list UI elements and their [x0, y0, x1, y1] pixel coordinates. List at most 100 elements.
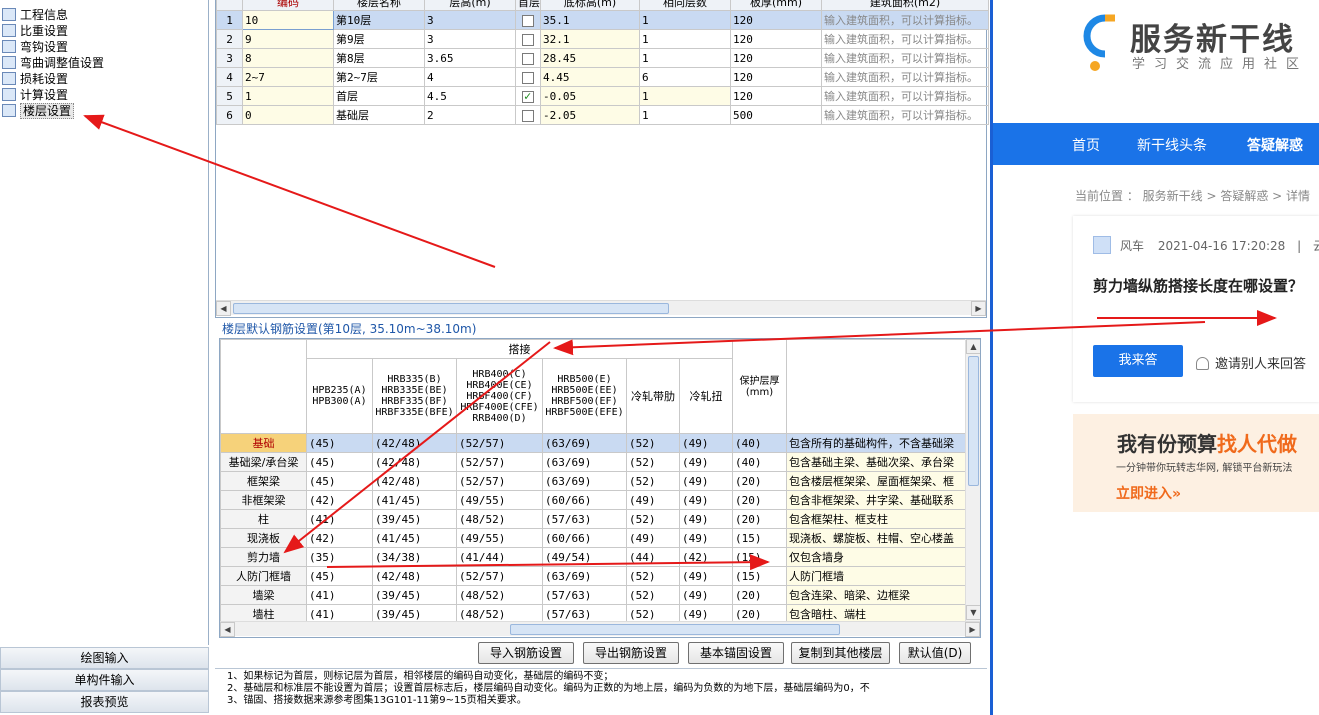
rebar-value-cell[interactable]: (42/48)	[372, 471, 457, 491]
tree-item-weight[interactable]: 比重设置	[2, 23, 68, 39]
col-code[interactable]: 编码	[242, 0, 334, 11]
export-rebar-button[interactable]: 导出钢筋设置	[583, 642, 679, 664]
rebar-value-cell[interactable]: (52/57)	[456, 452, 543, 472]
nav-qa[interactable]: 答疑解惑	[1247, 135, 1303, 155]
first-floor-checkbox-checked[interactable]	[522, 89, 534, 103]
rebar-value-cell[interactable]: (15)	[732, 528, 787, 548]
col-first[interactable]: 首层	[515, 0, 541, 11]
rebar-row[interactable]: 基础梁/承台梁 (45) (42/48) (52/57) (63/69) (52) (49)…	[220, 452, 967, 472]
rebar-value-cell[interactable]: (45)	[306, 433, 373, 453]
floor-code-cell[interactable]: 10	[242, 10, 334, 30]
rebar-value-cell[interactable]: (42)	[679, 547, 733, 567]
import-rebar-button[interactable]: 导入钢筋设置	[478, 642, 574, 664]
rebar-value-cell[interactable]: (41)	[306, 585, 373, 605]
rebar-value-cell[interactable]: (49)	[679, 509, 733, 529]
nav-drawing-input[interactable]: 绘图输入	[0, 647, 209, 669]
rebar-value-cell[interactable]: (15)	[732, 566, 787, 586]
rebar-value-cell[interactable]: (34/38)	[372, 547, 457, 567]
rebar-value-cell[interactable]: (52/57)	[456, 433, 543, 453]
rebar-value-cell[interactable]: (63/69)	[542, 433, 627, 453]
rebar-value-cell[interactable]: (52)	[626, 509, 680, 529]
tree-item-project-info[interactable]: 工程信息	[2, 7, 68, 23]
rebar-row[interactable]: 剪力墙 (35) (34/38) (41/44) (49/54) (44) (42) (15)…	[220, 547, 967, 567]
rebar-value-cell[interactable]: (49)	[679, 490, 733, 510]
rebar-value-cell[interactable]: (49)	[679, 433, 733, 453]
rebar-value-cell[interactable]: (49)	[679, 528, 733, 548]
scroll-right-icon[interactable]: ▶	[971, 301, 986, 316]
rebar-row[interactable]: 墙梁 (41) (39/45) (48/52) (57/63) (52) (49) (20) 包…	[220, 585, 967, 605]
rebar-row[interactable]: 人防门框墙 (45) (42/48) (52/57) (63/69) (52) (49) (1…	[220, 566, 967, 586]
rebar-value-cell[interactable]: (49/54)	[542, 547, 627, 567]
rebar-row[interactable]: 柱 (41) (39/45) (48/52) (57/63) (52) (49) (20) 包含…	[220, 509, 967, 529]
rebar-value-cell[interactable]: (63/69)	[542, 566, 627, 586]
rebar-value-cell[interactable]: (49)	[626, 490, 680, 510]
rebar-grid-vscroll[interactable]: ▲ ▼	[965, 339, 980, 621]
floor-grid-hscroll[interactable]: ◀ ▶	[216, 300, 986, 316]
rebar-value-cell[interactable]: (63/69)	[542, 471, 627, 491]
first-floor-checkbox[interactable]	[522, 14, 534, 27]
tree-item-bend-adjust[interactable]: 弯曲调整值设置	[2, 55, 104, 71]
invite-button[interactable]: 邀请别人来回答	[1196, 353, 1306, 372]
scroll-right-icon[interactable]: ▶	[965, 622, 980, 637]
scroll-left-icon[interactable]: ◀	[220, 622, 235, 637]
nav-single-input[interactable]: 单构件输入	[0, 669, 209, 691]
rebar-value-cell[interactable]: (35)	[306, 547, 373, 567]
rebar-value-cell[interactable]: (63/69)	[542, 452, 627, 472]
rebar-value-cell[interactable]: (52)	[626, 433, 680, 453]
scroll-down-icon[interactable]: ▼	[966, 605, 980, 620]
rebar-value-cell[interactable]: (41/45)	[372, 528, 457, 548]
rebar-value-cell[interactable]: (20)	[732, 490, 787, 510]
rebar-value-cell[interactable]: (57/63)	[542, 509, 627, 529]
rebar-value-cell[interactable]: (15)	[732, 547, 787, 567]
col-area[interactable]: 建筑面积(m2)	[821, 0, 989, 11]
col-base[interactable]: 底标高(m)	[540, 0, 640, 11]
floor-row[interactable]: 6 0 基础层 2 -2.05 1 500 输入建筑面积，可以计算指标。	[216, 105, 989, 125]
rebar-value-cell[interactable]: (20)	[732, 471, 787, 491]
rebar-value-cell[interactable]: (41)	[306, 509, 373, 529]
rebar-value-cell[interactable]: (42/48)	[372, 566, 457, 586]
first-floor-checkbox[interactable]	[522, 109, 534, 122]
rebar-value-cell[interactable]: (45)	[306, 452, 373, 472]
rebar-value-cell[interactable]: (49)	[626, 528, 680, 548]
col-name[interactable]: 楼层名称	[333, 0, 425, 11]
rebar-value-cell[interactable]: (60/66)	[542, 490, 627, 510]
rebar-value-cell[interactable]: (41/45)	[372, 490, 457, 510]
col-same[interactable]: 相同层数	[639, 0, 731, 11]
rebar-value-cell[interactable]: (49/55)	[456, 490, 543, 510]
rebar-value-cell[interactable]: (52)	[626, 585, 680, 605]
floor-row[interactable]: 1 10 第10层 3 35.1 1 120 输入建筑面积，可以计算指标。	[216, 10, 989, 30]
tree-item-floor[interactable]: 楼层设置	[2, 103, 75, 119]
default-value-button[interactable]: 默认值(D)	[899, 642, 971, 664]
rebar-value-cell[interactable]: (57/63)	[542, 585, 627, 605]
rebar-value-cell[interactable]: (49/55)	[456, 528, 543, 548]
rebar-value-cell[interactable]: (40)	[732, 433, 787, 453]
rebar-value-cell[interactable]: (45)	[306, 566, 373, 586]
nav-report-preview[interactable]: 报表预览	[0, 691, 209, 713]
rebar-value-cell[interactable]: (52/57)	[456, 566, 543, 586]
col-slab[interactable]: 板厚(mm)	[730, 0, 822, 11]
rebar-value-cell[interactable]: (42/48)	[372, 452, 457, 472]
rebar-value-cell[interactable]: (52)	[626, 471, 680, 491]
rebar-value-cell[interactable]: (48/52)	[456, 509, 543, 529]
rebar-row[interactable]: 基础 (45) (42/48) (52/57) (63/69) (52) (49) (40) 包…	[220, 433, 967, 453]
floor-row[interactable]: 2 9 第9层 3 32.1 1 120 输入建筑面积，可以计算指标。	[216, 29, 989, 49]
scroll-thumb[interactable]	[510, 624, 840, 635]
scroll-thumb[interactable]	[968, 356, 979, 486]
rebar-value-cell[interactable]: (60/66)	[542, 528, 627, 548]
rebar-value-cell[interactable]: (52)	[626, 452, 680, 472]
rebar-row[interactable]: 现浇板 (42) (41/45) (49/55) (60/66) (49) (49) (15)…	[220, 528, 967, 548]
rebar-value-cell[interactable]: (48/52)	[456, 585, 543, 605]
floor-row[interactable]: 4 2~7 第2~7层 4 4.45 6 120 输入建筑面积，可以计算指标。	[216, 67, 989, 87]
rebar-grid-hscroll[interactable]: ◀ ▶	[220, 621, 980, 637]
tree-item-calc[interactable]: 计算设置	[2, 87, 68, 103]
promo-cta[interactable]: 立即进入»	[1116, 483, 1181, 503]
rebar-value-cell[interactable]: (20)	[732, 585, 787, 605]
answer-button[interactable]: 我来答	[1093, 345, 1183, 377]
rebar-value-cell[interactable]: (49)	[679, 452, 733, 472]
rebar-value-cell[interactable]: (49)	[679, 585, 733, 605]
author-name[interactable]: 风车	[1120, 239, 1144, 253]
col-height[interactable]: 层高(m)	[424, 0, 516, 11]
floor-row[interactable]: 3 8 第8层 3.65 28.45 1 120 输入建筑面积，可以计算指标。	[216, 48, 989, 68]
tree-item-loss[interactable]: 损耗设置	[2, 71, 68, 87]
rebar-value-cell[interactable]: (39/45)	[372, 585, 457, 605]
